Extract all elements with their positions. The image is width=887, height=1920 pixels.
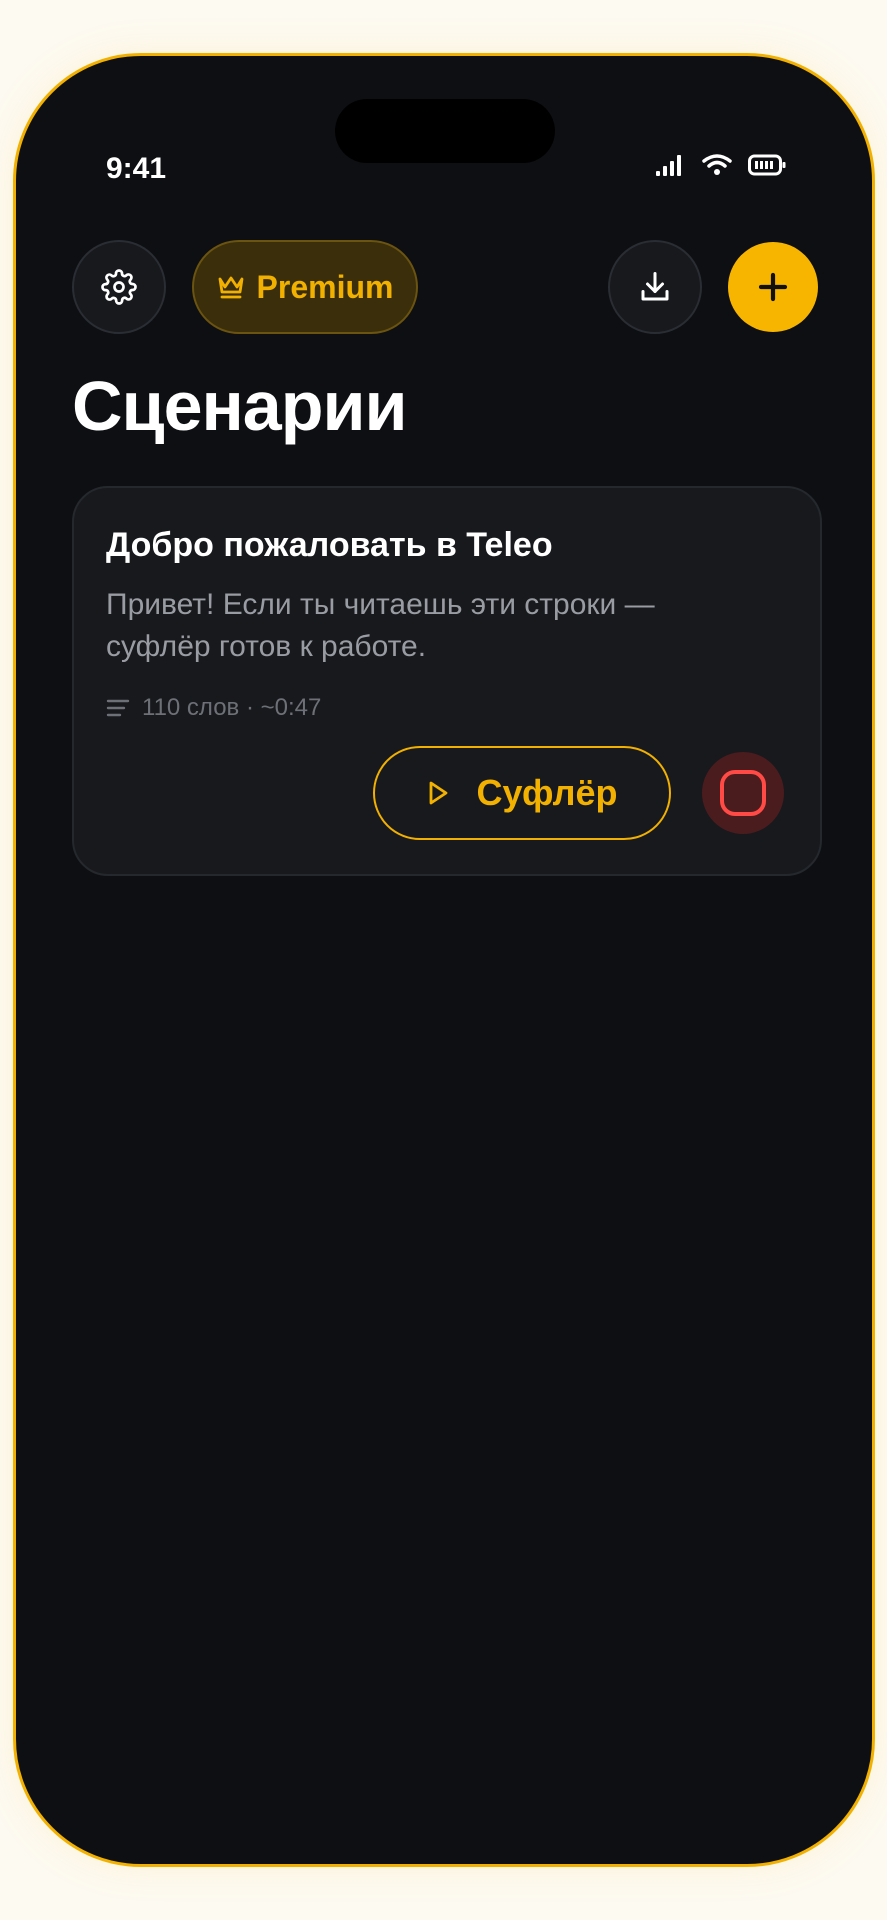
script-meta-text: 110 слов · ~0:47 — [142, 694, 322, 721]
lines-icon — [106, 699, 130, 717]
page-title: Сценарии — [72, 367, 408, 445]
prompter-button[interactable]: Суфлёр — [373, 746, 671, 840]
record-icon — [720, 770, 766, 816]
battery-icon — [748, 154, 786, 176]
status-time: 9:41 — [106, 152, 167, 185]
script-card[interactable]: Добро пожаловать в Teleo Привет! Если ты… — [72, 486, 822, 876]
settings-button[interactable] — [72, 240, 166, 334]
script-preview: Привет! Если ты читаешь эти строки — суф… — [106, 588, 655, 663]
premium-button[interactable]: Premium — [192, 240, 418, 334]
dynamic-island — [335, 99, 555, 163]
script-meta: 110 слов · ~0:47 — [106, 694, 321, 722]
wifi-icon — [702, 154, 732, 175]
prompter-label: Суфлёр — [476, 772, 618, 813]
add-script-button[interactable] — [728, 242, 818, 332]
script-title: Добро пожаловать в Teleo — [106, 526, 553, 564]
gear-icon — [101, 269, 137, 305]
plus-icon — [758, 272, 788, 302]
import-button[interactable] — [608, 240, 702, 334]
play-icon — [430, 781, 448, 805]
signal-icon — [656, 155, 681, 176]
record-button[interactable] — [702, 752, 784, 834]
crown-icon — [218, 276, 243, 299]
phone-frame: 9:41 Premium Сценарии Добро пожаловать в… — [13, 53, 875, 1867]
download-icon — [641, 272, 669, 301]
premium-label: Premium — [256, 268, 394, 305]
status-icons — [656, 154, 786, 176]
